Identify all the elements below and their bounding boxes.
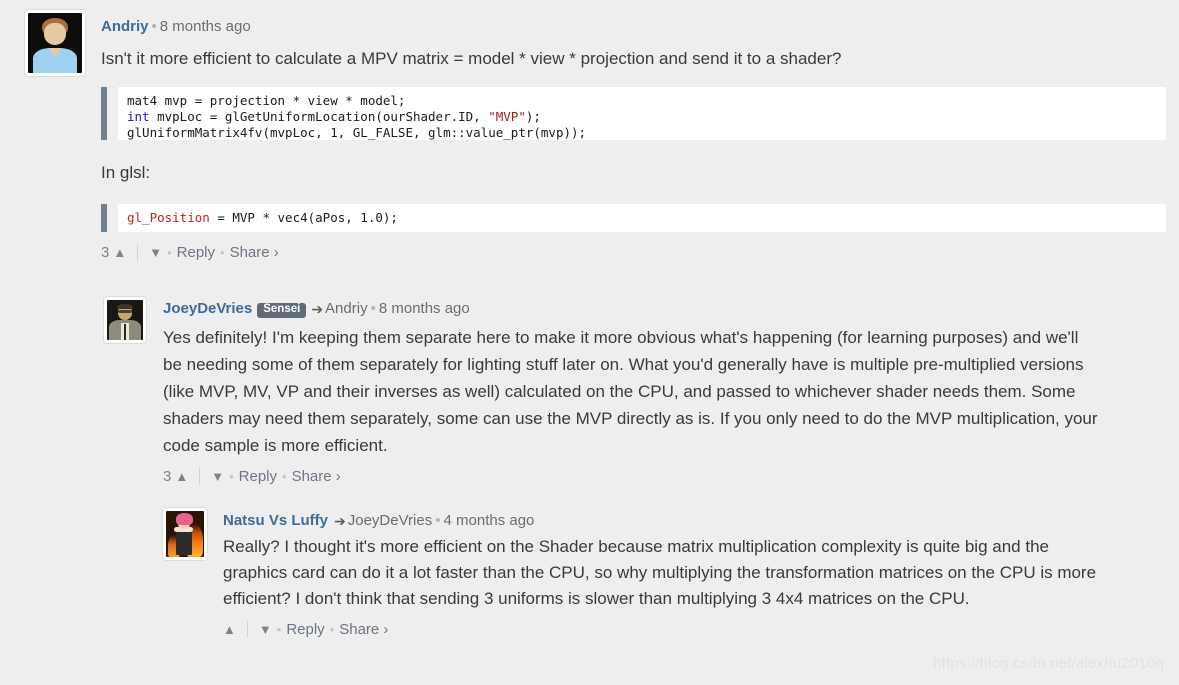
code-line-glsl-rest: = MVP * vec4(aPos, 1.0);: [209, 210, 398, 225]
comment-text: Really? I thought it's more efficient on…: [223, 534, 1100, 612]
code-line-2: int mvpLoc = glGetUniformLocation(ourSha…: [127, 109, 541, 124]
avatar-joeydevries[interactable]: [104, 297, 146, 343]
comment-paragraph: Really? I thought it's more efficient on…: [223, 537, 1097, 608]
comment-natsu: Natsu Vs Luffy ➔ JoeyDeVries • 4 months ago …: [163, 508, 1100, 640]
action-dot: •: [329, 621, 335, 637]
code-block-cpp: mat4 mvp = projection * view * model; in…: [101, 87, 1166, 140]
parent-author: JoeyDeVries: [347, 512, 433, 529]
code-gap: [107, 204, 118, 232]
avatar-andriy[interactable]: [25, 10, 85, 76]
comment-actions: 3 ▲ ▼ • Reply • Share ›: [101, 241, 1100, 263]
action-dot: •: [220, 244, 225, 260]
comment-thread: Andriy • 8 months ago Isn't it more effici…: [0, 0, 1179, 685]
header-separator: •: [151, 18, 157, 35]
avatar-image: [166, 511, 204, 557]
comment-body: Andriy • 8 months ago Isn't it more effici…: [101, 10, 1166, 263]
code-identifier-gl-position: gl_Position: [127, 210, 210, 225]
code-line-2-rest: mvpLoc = glGetUniformLocation(ourShader.…: [149, 109, 489, 124]
action-dot: •: [276, 621, 282, 637]
comment-actions: ▲ ▼ • Reply • Share ›: [223, 618, 1100, 640]
code-content: gl_Position = MVP * vec4(aPos, 1.0);: [118, 204, 1166, 232]
vote-count: 3: [163, 468, 172, 485]
comment-mid-paragraph: In glsl:: [101, 163, 151, 182]
comment-joeydevries: JoeyDeVries Sensei ➔ Andriy • 8 months ago Ye…: [104, 297, 1100, 488]
avatar-image: [107, 300, 143, 340]
comment-paragraph: Yes definitely! I'm keeping them separat…: [163, 327, 1098, 455]
reply-link[interactable]: Reply: [177, 244, 215, 261]
header-separator: •: [435, 512, 441, 529]
comment-text: Yes definitely! I'm keeping them separat…: [163, 324, 1098, 459]
code-block-glsl: gl_Position = MVP * vec4(aPos, 1.0);: [101, 204, 1166, 232]
share-link[interactable]: Share ›: [339, 621, 388, 638]
action-divider: [199, 468, 201, 485]
status-badge: Sensei: [257, 303, 307, 318]
action-divider: [246, 620, 248, 638]
chevron-up-icon[interactable]: ▲: [223, 622, 236, 637]
chevron-up-icon[interactable]: ▲: [113, 245, 126, 260]
comment-author-link[interactable]: Natsu Vs Luffy: [223, 512, 328, 529]
chevron-down-icon[interactable]: ▼: [211, 469, 224, 484]
avatar-hair-shape: [175, 512, 193, 525]
code-string-mvp: "MVP": [488, 109, 526, 124]
comment-timestamp: 8 months ago: [378, 300, 470, 317]
avatar-hair-shape: [117, 303, 133, 310]
comment-actions: 3 ▲ ▼ • Reply • Share ›: [163, 466, 1100, 488]
code-gap: [107, 87, 118, 140]
header-separator: •: [370, 300, 376, 317]
code-content: mat4 mvp = projection * view * model; in…: [118, 87, 1166, 140]
share-link[interactable]: Share ›: [292, 468, 341, 485]
reply-arrow-icon: ➔: [334, 513, 346, 529]
comment-header: Natsu Vs Luffy ➔ JoeyDeVries • 4 months ago: [223, 508, 1100, 528]
avatar-glasses-shape: [118, 310, 132, 314]
share-link[interactable]: Share ›: [230, 244, 279, 261]
code-line-1: mat4 mvp = projection * view * model;: [127, 93, 406, 108]
code-line-2-tail: );: [525, 109, 541, 124]
action-dot: •: [229, 469, 234, 484]
comment-body: JoeyDeVries Sensei ➔ Andriy • 8 months ago Ye…: [163, 297, 1100, 488]
comment-body: Natsu Vs Luffy ➔ JoeyDeVries • 4 months ago …: [223, 508, 1100, 640]
action-divider: [137, 243, 139, 261]
watermark: https://blog.csdn.net/alexhu2010q: [933, 655, 1164, 672]
vote-count: 3: [101, 243, 110, 261]
reply-link[interactable]: Reply: [239, 468, 277, 485]
comment-timestamp: 4 months ago: [443, 512, 535, 529]
action-dot: •: [282, 469, 287, 484]
avatar-natsu[interactable]: [163, 508, 207, 560]
chevron-up-icon[interactable]: ▲: [175, 469, 188, 484]
comment-andriy: Andriy • 8 months ago Isn't it more effici…: [25, 10, 1166, 263]
comment-header: Andriy • 8 months ago: [101, 10, 1100, 34]
avatar-tie-shape: [123, 324, 127, 340]
action-dot: •: [167, 244, 172, 260]
parent-author: Andriy: [325, 300, 368, 317]
comment-header: JoeyDeVries Sensei ➔ Andriy • 8 months ago: [163, 297, 1100, 318]
comment-author-link[interactable]: JoeyDeVries: [163, 300, 252, 317]
chevron-down-icon[interactable]: ▼: [259, 622, 272, 637]
avatar-image: [28, 13, 82, 73]
comment-text: Isn't it more efficient to calculate a M…: [101, 46, 1100, 71]
reply-link[interactable]: Reply: [286, 621, 324, 638]
comment-mid-text: In glsl:: [101, 162, 1100, 184]
reply-arrow-icon: ➔: [311, 301, 324, 317]
chevron-down-icon[interactable]: ▼: [149, 245, 162, 260]
comment-timestamp: 8 months ago: [159, 18, 251, 35]
code-line-3: glUniformMatrix4fv(mvpLoc, 1, GL_FALSE, …: [127, 125, 587, 140]
code-keyword-int: int: [127, 109, 150, 124]
avatar-face-shape: [44, 23, 66, 45]
comment-paragraph: Isn't it more efficient to calculate a M…: [101, 49, 842, 68]
comment-author-link[interactable]: Andriy: [101, 18, 149, 35]
